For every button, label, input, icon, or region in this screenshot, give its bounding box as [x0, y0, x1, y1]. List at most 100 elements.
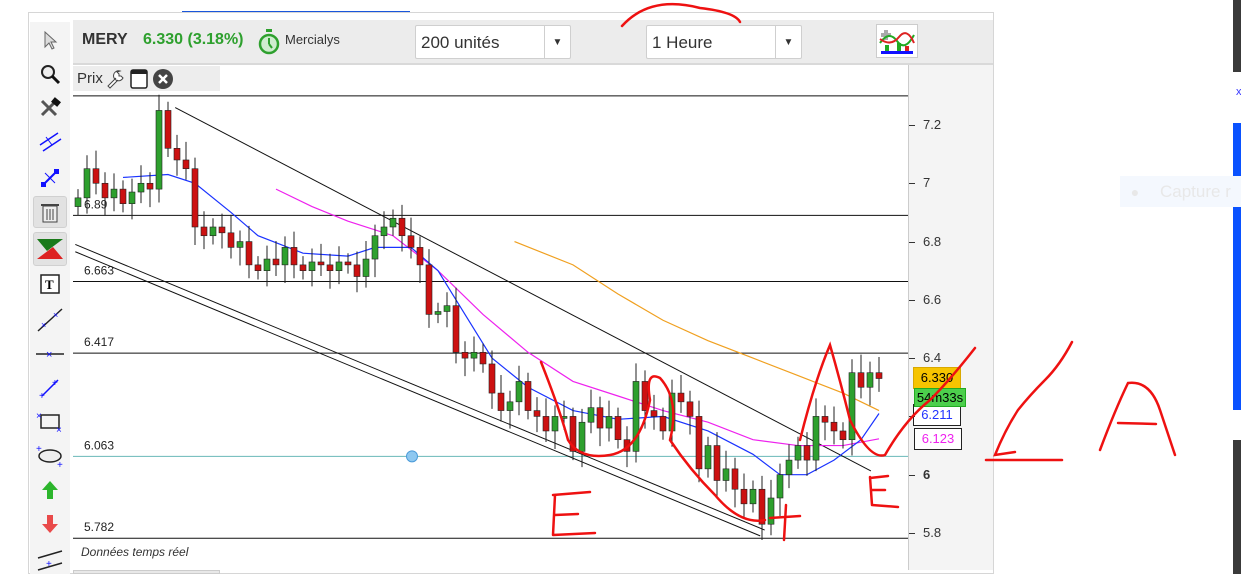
candle — [218, 226, 226, 234]
horizontal-line-icon[interactable]: × — [33, 338, 67, 370]
svg-text:+: + — [52, 378, 58, 389]
candle — [470, 351, 478, 359]
ma-blue-tag: 6.211 — [913, 404, 961, 426]
candle — [407, 235, 415, 248]
candle — [767, 497, 775, 525]
candle — [335, 261, 343, 271]
candle — [101, 182, 109, 199]
price-chart[interactable]: 6.89 6.663 6.417 6.063 5.782 — [73, 65, 908, 570]
candle — [515, 381, 523, 403]
add-indicator-button[interactable] — [876, 24, 918, 58]
candle — [650, 410, 658, 417]
ma-magenta-tag: 6.123 — [914, 428, 962, 450]
candle — [236, 241, 244, 248]
wrench-icon[interactable] — [106, 69, 126, 89]
parallel-lines-icon[interactable] — [33, 126, 67, 158]
trendline-icon[interactable]: × × — [33, 304, 67, 336]
panel-label: Prix — [77, 70, 103, 87]
axis-tick-label: 5.8 — [923, 524, 942, 540]
candle — [659, 416, 667, 432]
candle — [137, 182, 145, 193]
rectangle-icon[interactable]: × × — [33, 406, 67, 438]
candle — [479, 351, 487, 365]
side-close-mark[interactable]: x — [1236, 86, 1241, 98]
svg-text:+: + — [39, 391, 45, 399]
candle — [758, 488, 766, 525]
candle — [821, 416, 829, 423]
candle — [551, 416, 559, 432]
capture-button[interactable]: ● Capture r — [1120, 176, 1241, 207]
zoom-icon[interactable] — [33, 58, 67, 90]
candle — [155, 110, 163, 190]
axis-tick-label: 6 — [923, 466, 931, 482]
axis-tick-label: 6.6 — [923, 291, 942, 307]
candlestick-chart: 6.896.6636.4176.0635.782 — [73, 94, 908, 540]
candle — [74, 197, 82, 207]
units-select[interactable]: 200 unités ▼ — [415, 25, 571, 59]
arrow-down-icon[interactable] — [33, 508, 67, 540]
axis-tick-label: 7 — [923, 175, 931, 191]
axis-tick-label: 6.4 — [923, 350, 942, 366]
indicator-button[interactable] — [33, 232, 67, 266]
candle — [281, 247, 289, 266]
candle — [344, 261, 352, 266]
segment-icon[interactable]: + + — [33, 372, 67, 404]
candle — [875, 372, 883, 379]
axis-tick-mark — [909, 241, 915, 243]
stopwatch-icon — [258, 29, 280, 55]
trendline — [174, 107, 872, 472]
candle — [866, 372, 874, 388]
candle — [488, 363, 496, 394]
arrow-up-icon[interactable] — [33, 474, 67, 506]
candle — [182, 159, 190, 170]
candle — [677, 392, 685, 403]
point-move-icon[interactable] — [33, 162, 67, 194]
candle — [146, 182, 154, 190]
ellipse-icon[interactable]: + + — [33, 440, 67, 472]
candle — [641, 381, 649, 411]
candle — [803, 445, 811, 461]
period-select[interactable]: 1 Heure ▼ — [646, 25, 802, 59]
candle — [632, 381, 640, 452]
drawing-toolbar: T × × × + + × × + + + — [30, 22, 70, 574]
svg-text:+: + — [46, 559, 52, 570]
candle — [713, 445, 721, 481]
candle — [443, 305, 451, 312]
candle — [542, 416, 550, 432]
candle — [110, 188, 118, 199]
chart-scrollbar[interactable] — [73, 570, 220, 574]
side-panel-edge — [1233, 0, 1241, 72]
candle — [92, 168, 100, 184]
candle — [209, 226, 217, 237]
candle — [461, 351, 469, 359]
period-select-value: 1 Heure — [652, 33, 713, 52]
candle — [200, 226, 208, 237]
channel-icon[interactable]: + — [33, 544, 67, 576]
trash-button[interactable] — [33, 196, 67, 228]
candle — [596, 407, 604, 429]
text-icon[interactable]: T — [33, 268, 67, 300]
indicator-icon — [37, 239, 63, 259]
candle — [290, 247, 298, 266]
candle — [326, 264, 334, 271]
pointer-icon[interactable] — [33, 24, 67, 56]
last-price-tag: 6.330 — [913, 367, 961, 389]
symbol: MERY — [82, 31, 128, 48]
level-label: 6.063 — [84, 438, 114, 452]
tools-icon[interactable] — [33, 92, 67, 124]
trendline — [75, 251, 761, 537]
axis-tick-mark — [909, 183, 915, 185]
axis-tick-mark — [909, 416, 915, 418]
candle — [560, 416, 568, 419]
maximize-icon[interactable] — [129, 68, 149, 90]
candle — [119, 188, 127, 204]
level-label: 6.417 — [84, 335, 114, 349]
candle — [569, 416, 577, 452]
close-icon[interactable] — [152, 68, 174, 90]
axis-tick-mark — [909, 299, 915, 301]
candle — [299, 264, 307, 271]
candle — [722, 468, 730, 481]
candle — [524, 381, 532, 411]
candle — [173, 148, 181, 161]
candle — [380, 226, 388, 237]
